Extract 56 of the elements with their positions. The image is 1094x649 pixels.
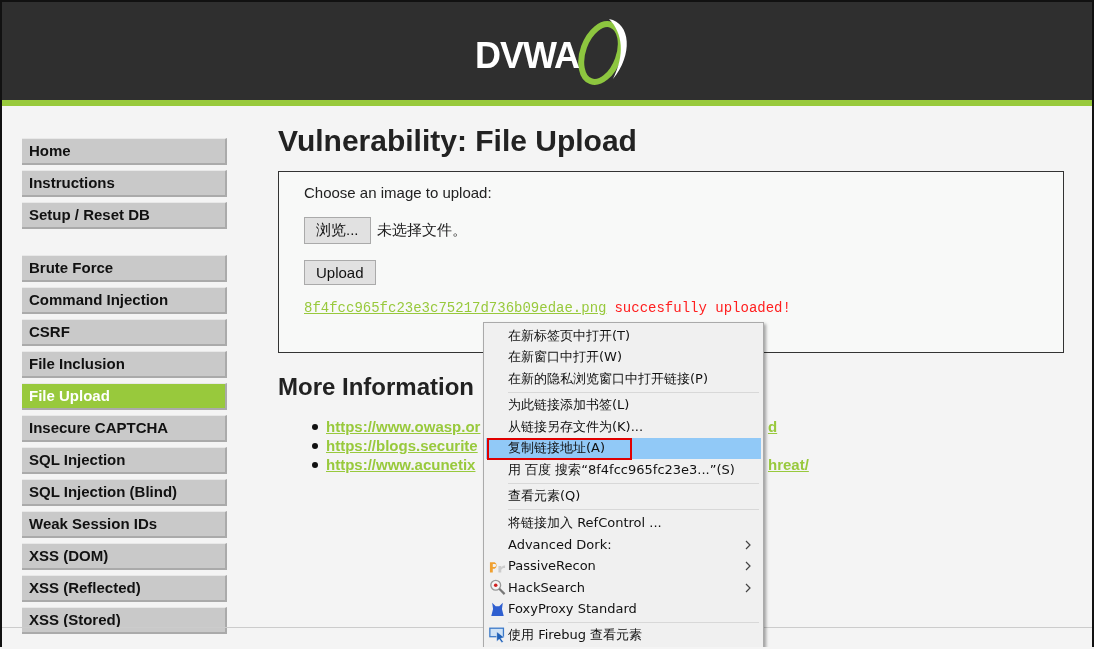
- menu-item-label: FoxyProxy Standard: [508, 601, 637, 617]
- section-title: More Information: [278, 373, 474, 401]
- nav-item[interactable]: Insecure CAPTCHA: [22, 415, 227, 442]
- menu-item[interactable]: Advanced Dork:: [486, 533, 761, 555]
- menu-item-label: PassiveRecon: [508, 558, 596, 574]
- menu-item[interactable]: 为此链接添加书签(L): [486, 394, 761, 416]
- nav-item[interactable]: Home: [22, 138, 227, 165]
- menu-item-label: 用 百度 搜索“8f4fcc965fc23e3...”(S): [508, 460, 735, 479]
- bullet-icon: [312, 461, 318, 468]
- success-message: succesfully uploaded!: [614, 300, 791, 316]
- nav-item[interactable]: SQL Injection (Blind): [22, 479, 227, 506]
- bullet-icon: [312, 423, 318, 430]
- menu-item-label: Advanced Dork:: [508, 536, 612, 552]
- bullet-icon: [312, 442, 318, 449]
- magnifier-icon: [488, 579, 506, 596]
- menu-item-label: 复制链接地址(A): [508, 439, 606, 458]
- nav-item[interactable]: File Inclusion: [22, 351, 227, 378]
- menu-item-label: 查看元素(Q): [508, 487, 581, 506]
- nav-item[interactable]: SQL Injection: [22, 447, 227, 474]
- nav-item[interactable]: Setup / Reset DB: [22, 202, 227, 229]
- menu-item-label: 将链接加入 RefControl ...: [508, 513, 662, 532]
- menu-item[interactable]: 查看元素(Q): [486, 485, 761, 507]
- nav-item[interactable]: Weak Session IDs: [22, 511, 227, 538]
- nav-item[interactable]: Instructions: [22, 170, 227, 197]
- nav-item[interactable]: Command Injection: [22, 287, 227, 314]
- menu-item-label: 从链接另存文件为(K)...: [508, 417, 644, 436]
- nav-item[interactable]: Brute Force: [22, 255, 227, 282]
- upload-prompt: Choose an image to upload:: [304, 184, 493, 201]
- menu-item[interactable]: FoxyProxy Standard: [486, 598, 761, 620]
- menu-item-label: 在新标签页中打开(T): [508, 326, 631, 345]
- menu-item-label: 使用 Firebug 查看元素: [508, 626, 643, 645]
- menu-item[interactable]: 用 百度 搜索“8f4fcc965fc23e3...”(S): [486, 459, 761, 481]
- nav-item[interactable]: XSS (Reflected): [22, 575, 227, 602]
- menu-item-label: HackSearch: [508, 579, 586, 595]
- menu-item-label: 在新的隐私浏览窗口中打开链接(P): [508, 369, 708, 388]
- menu-item[interactable]: 使用 Firebug 查看元素: [486, 624, 761, 646]
- nav-item[interactable]: XSS (Stored): [22, 607, 227, 634]
- menu-item-label: 在新窗口中打开(W): [508, 348, 622, 367]
- logo-text: DVWA: [475, 35, 579, 77]
- nav-item[interactable]: CSRF: [22, 319, 227, 346]
- file-status: 未选择文件。: [376, 221, 467, 240]
- cursor-window-icon: [488, 627, 506, 644]
- fox-icon: [488, 600, 506, 617]
- menu-item[interactable]: 在新标签页中打开(T): [486, 325, 761, 347]
- menu-item[interactable]: 在新窗口中打开(W): [486, 346, 761, 368]
- page-title: Vulnerability: File Upload: [278, 124, 638, 158]
- nav-item[interactable]: XSS (DOM): [22, 543, 227, 570]
- menu-item[interactable]: 将链接加入 RefControl ...: [486, 512, 761, 534]
- menu-item-label: 为此链接添加书签(L): [508, 396, 630, 415]
- upload-button[interactable]: Upload: [304, 260, 376, 285]
- menu-item[interactable]: 复制链接地址(A): [486, 437, 761, 459]
- browse-button[interactable]: 浏览...: [304, 217, 371, 244]
- menu-item[interactable]: PassiveRecon: [486, 555, 761, 577]
- menu-item[interactable]: HackSearch: [486, 576, 761, 598]
- menu-item[interactable]: 在新的隐私浏览窗口中打开链接(P): [486, 368, 761, 390]
- menu-item[interactable]: 从链接另存文件为(K)...: [486, 416, 761, 438]
